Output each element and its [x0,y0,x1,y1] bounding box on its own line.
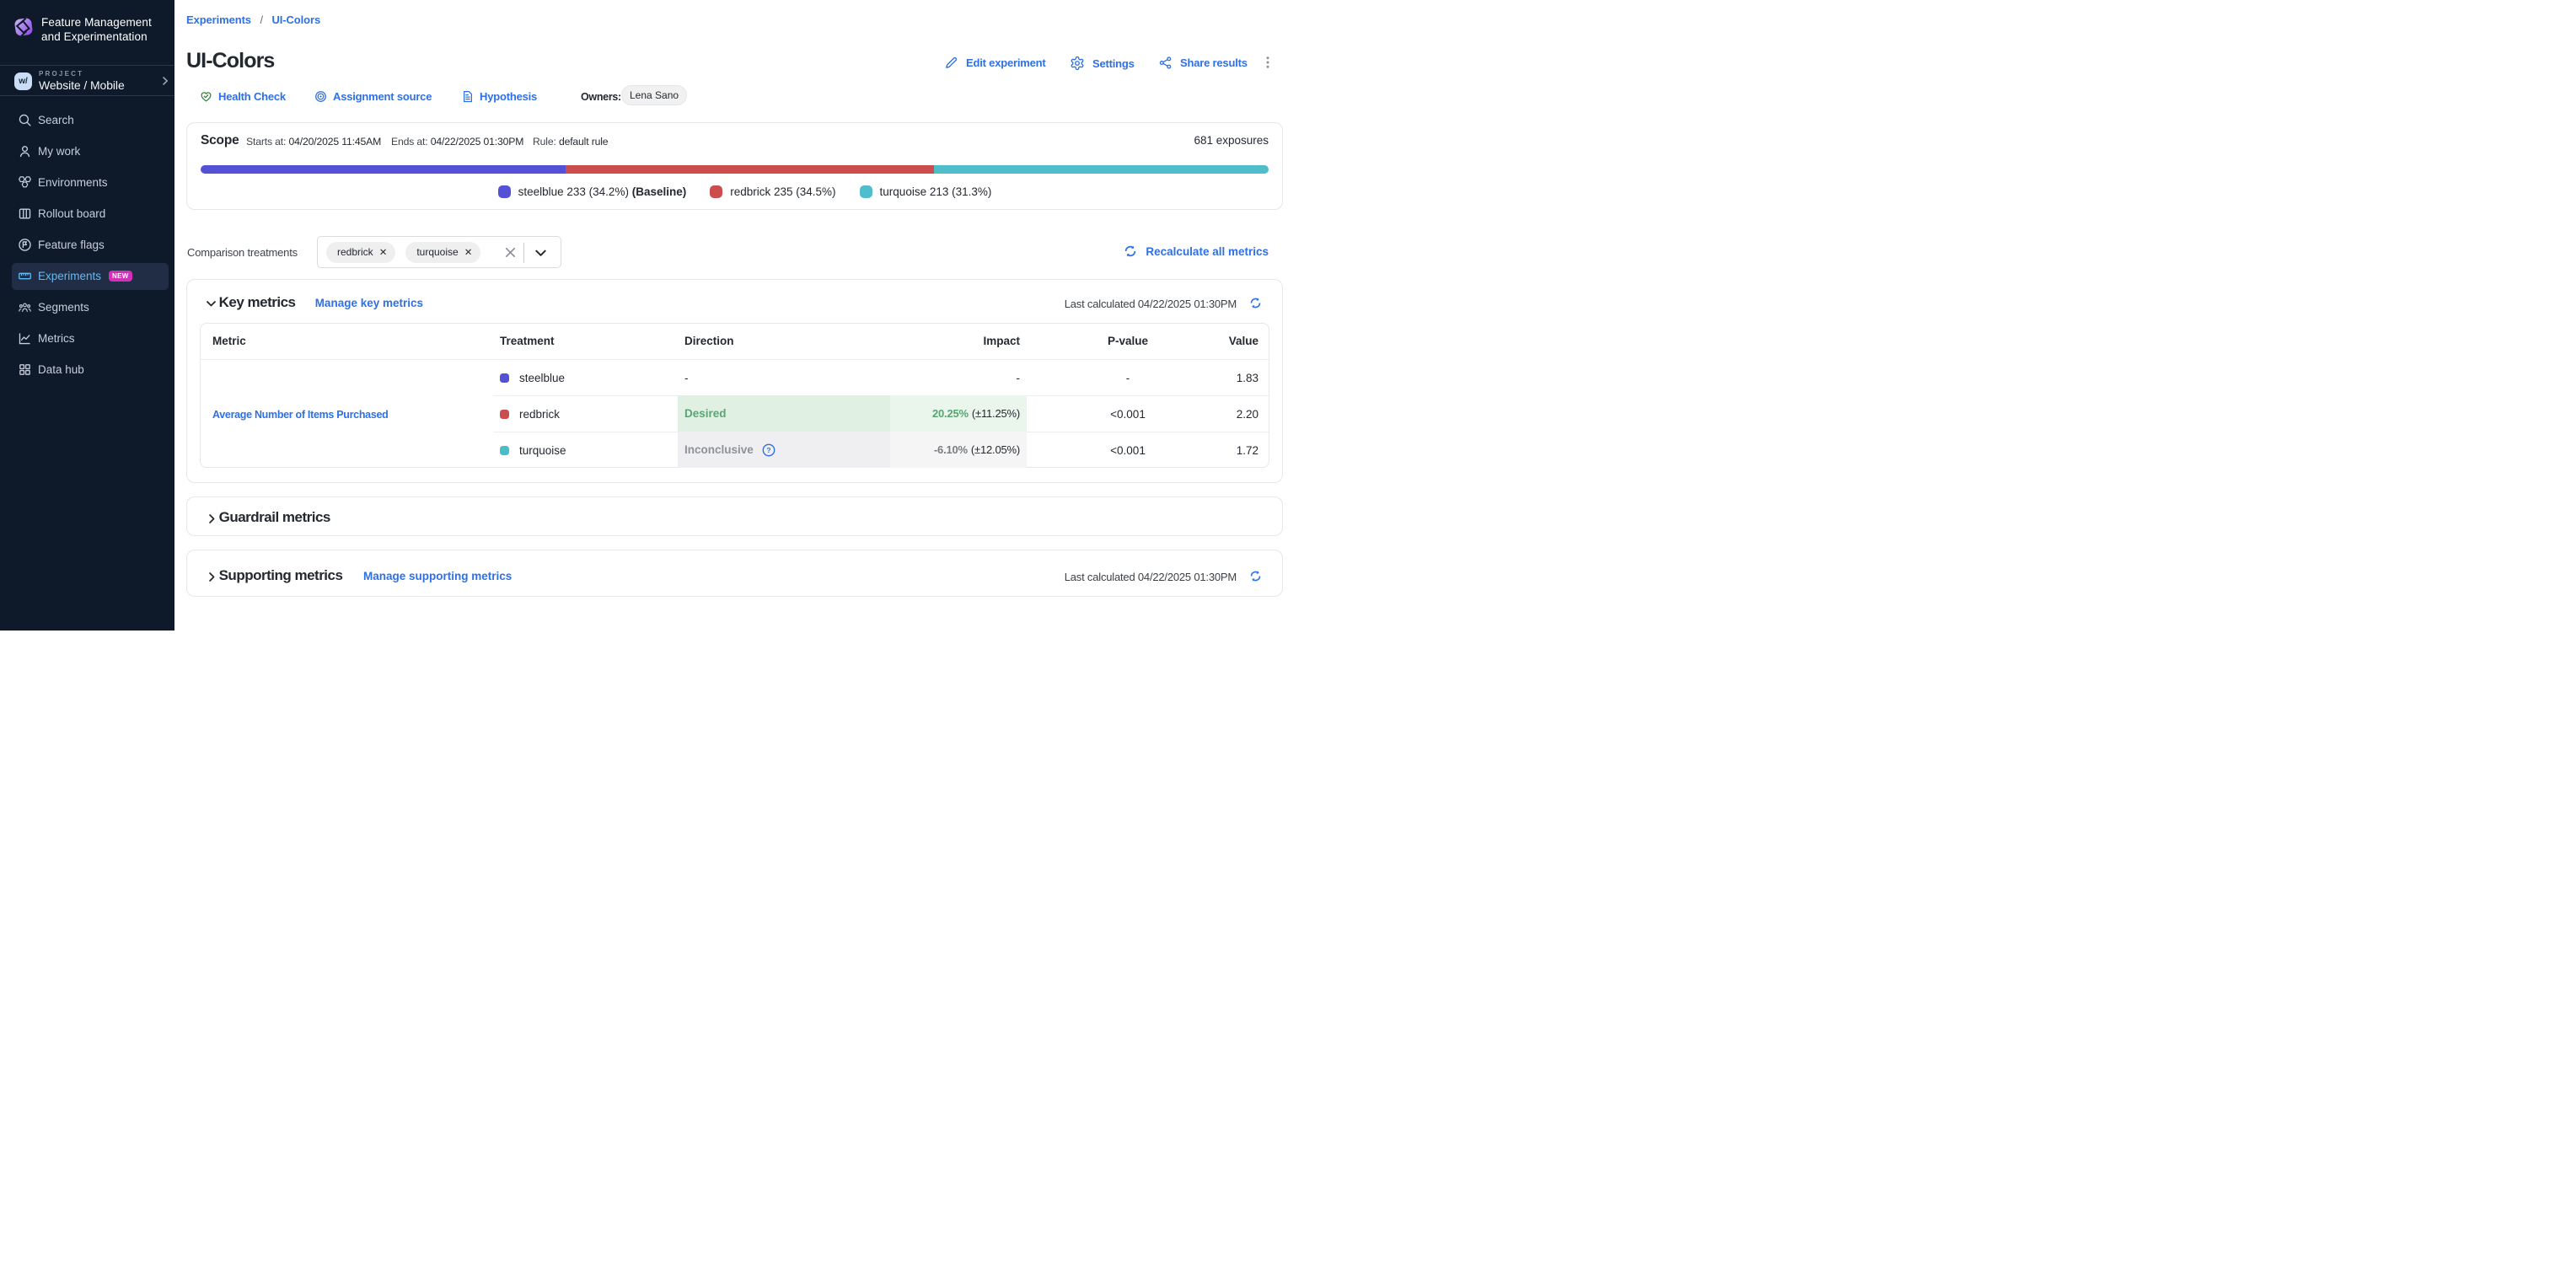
svg-text:?: ? [766,446,770,454]
